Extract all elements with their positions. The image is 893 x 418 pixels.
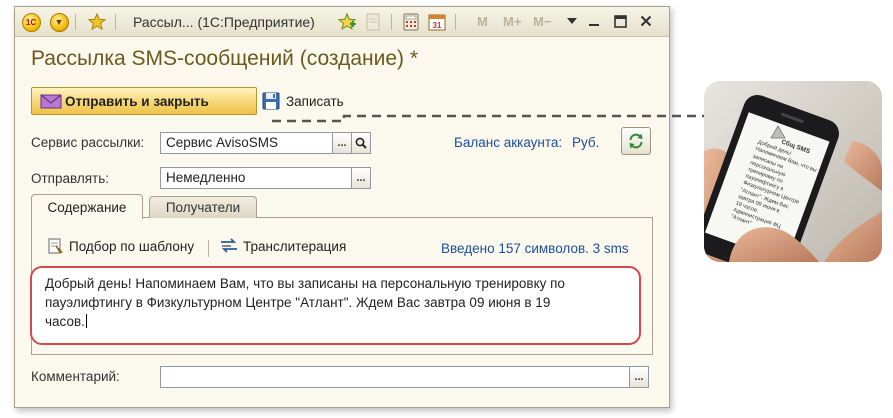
document-icon[interactable] bbox=[363, 12, 383, 32]
toolbar-divider bbox=[208, 240, 209, 257]
service-search-button[interactable] bbox=[351, 132, 371, 154]
ellipsis-icon: ... bbox=[634, 371, 644, 383]
character-counter: Введено 157 символов. 3 sms bbox=[441, 241, 629, 256]
balance-info[interactable]: Баланс аккаунта: Руб. bbox=[454, 135, 599, 150]
1c-logo-icon[interactable]: 1С bbox=[21, 12, 41, 32]
envelope-icon bbox=[40, 94, 62, 109]
connector-line bbox=[272, 114, 704, 123]
add-favorite-icon[interactable] bbox=[337, 12, 357, 32]
message-line: Добрый день! Напоминаем Вам, что вы запи… bbox=[45, 276, 565, 291]
form-title: Рассылка SMS-сообщений (создание) * bbox=[31, 47, 419, 70]
memory-minus-button[interactable]: M− bbox=[533, 14, 551, 29]
memory-plus-button[interactable]: M+ bbox=[503, 14, 521, 29]
calculator-icon[interactable] bbox=[401, 12, 421, 32]
phone-envelope-icon bbox=[770, 125, 786, 139]
send-and-close-label: Отправить и закрыть bbox=[65, 93, 209, 109]
message-textarea[interactable]: Добрый день! Напоминаем Вам, что вы запи… bbox=[45, 274, 633, 331]
calendar-icon[interactable]: 31 bbox=[427, 12, 447, 32]
refresh-icon bbox=[629, 133, 643, 149]
dropdown-icon[interactable] bbox=[563, 12, 581, 30]
send-mode-label: Отправлять: bbox=[31, 171, 110, 186]
transliteration-label: Транслитерация bbox=[243, 238, 347, 254]
ellipsis-icon: ... bbox=[356, 172, 366, 184]
comment-field[interactable] bbox=[160, 366, 630, 388]
text-caret bbox=[85, 314, 87, 328]
transliteration-button[interactable]: Транслитерация bbox=[219, 237, 346, 255]
favorites-star-icon[interactable] bbox=[87, 12, 107, 32]
search-icon bbox=[355, 137, 367, 149]
send-mode-select-button[interactable]: ... bbox=[351, 167, 371, 189]
close-icon[interactable] bbox=[637, 12, 655, 30]
send-and-close-button[interactable]: Отправить и закрыть bbox=[31, 87, 257, 115]
template-button[interactable]: Подбор по шаблону bbox=[47, 237, 194, 255]
main-menu-icon[interactable]: ▼ bbox=[49, 12, 69, 32]
memory-m-button[interactable]: M bbox=[477, 14, 488, 29]
transliteration-icon bbox=[221, 238, 237, 253]
comment-label: Комментарий: bbox=[31, 369, 120, 384]
service-label: Сервис рассылки: bbox=[31, 135, 145, 150]
refresh-balance-button[interactable] bbox=[621, 127, 651, 155]
tab-recipients[interactable]: Получатели bbox=[149, 196, 257, 218]
ellipsis-icon: ... bbox=[337, 137, 347, 149]
template-label: Подбор по шаблону bbox=[69, 238, 195, 254]
message-line: часов. bbox=[45, 314, 85, 329]
service-field[interactable]: Сервис AvisoSMS bbox=[160, 132, 333, 154]
title-bar: 1С ▼ Рассыл... (1С:Предприятие) 31 M M+ … bbox=[15, 7, 669, 37]
message-line: пауэлифтингу в Физкультурном Центре "Атл… bbox=[45, 295, 551, 310]
window-title: Рассыл... (1С:Предприятие) bbox=[133, 14, 315, 30]
balance-label: Баланс аккаунта: bbox=[454, 135, 563, 150]
balance-currency: Руб. bbox=[571, 135, 600, 150]
comment-select-button[interactable]: ... bbox=[629, 366, 649, 388]
tab-content[interactable]: Содержание bbox=[31, 194, 143, 219]
minimize-icon[interactable] bbox=[585, 12, 603, 30]
service-select-button[interactable]: ... bbox=[332, 132, 352, 154]
send-mode-field[interactable]: Немедленно bbox=[160, 167, 352, 189]
maximize-icon[interactable] bbox=[611, 12, 629, 30]
app-window: 1С ▼ Рассыл... (1С:Предприятие) 31 M M+ … bbox=[14, 6, 670, 408]
svg-text:31: 31 bbox=[433, 21, 442, 30]
template-pick-icon bbox=[48, 238, 63, 254]
phone-photo: Сбщ SMS Добрый день! Напоминаем Вам, что… bbox=[704, 81, 882, 262]
